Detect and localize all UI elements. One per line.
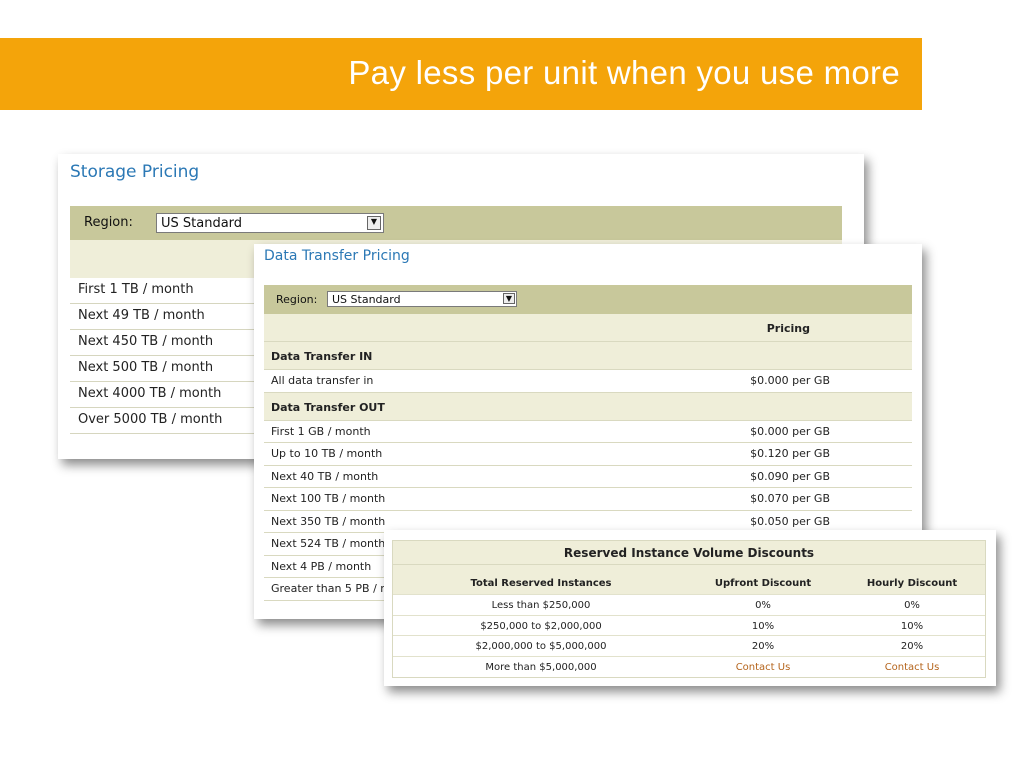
table-cell: $250,000 to $2,000,000 <box>480 620 602 632</box>
chevron-down-icon[interactable]: ▼ <box>503 293 515 304</box>
table-row: $2,000,000 to $5,000,000 20% 20% <box>393 636 985 657</box>
row-price: $0.000 per GB <box>750 374 830 387</box>
section-row-out: Data Transfer OUT <box>264 392 912 421</box>
table-cell: 10% <box>751 620 775 632</box>
table-row: First 1 TB / month <box>70 278 270 304</box>
storage-region-label: Region: <box>84 215 133 230</box>
row-label: All data transfer in <box>271 374 374 387</box>
table-row: Next 49 TB / month <box>70 304 270 330</box>
table-row: Over 5000 TB / month <box>70 408 270 434</box>
storage-region-select[interactable]: US Standard ▼ <box>156 213 384 233</box>
row-price: $0.120 per GB <box>750 447 830 460</box>
row-price: $0.070 per GB <box>750 492 830 505</box>
row-label: Next 100 TB / month <box>271 492 386 505</box>
table-row: $250,000 to $2,000,000 10% 10% <box>393 616 985 636</box>
contact-us-link[interactable]: Contact Us <box>689 662 837 673</box>
table-header-row: Total Reserved Instances Upfront Discoun… <box>393 565 985 595</box>
row-price: $0.000 per GB <box>750 424 830 438</box>
section-label: Data Transfer IN <box>271 350 373 363</box>
row-label: Next 524 TB / month <box>271 537 386 550</box>
slide-title: Pay less per unit when you use more <box>348 54 900 91</box>
table-cell: 20% <box>900 641 924 652</box>
table-row: Up to 10 TB / month $0.120 per GB <box>264 443 912 466</box>
table-row: First 1 GB / month $0.000 per GB <box>264 420 912 443</box>
table-row: All data transfer in $0.000 per GB <box>264 370 912 393</box>
title-banner: Pay less per unit when you use more <box>0 38 922 110</box>
table-cell: 20% <box>751 641 775 652</box>
dtp-region-select[interactable]: US Standard ▼ <box>327 291 517 307</box>
column-header: Hourly Discount <box>866 578 958 589</box>
table-row: Next 100 TB / month $0.070 per GB <box>264 488 912 511</box>
table-row: Next 40 TB / month $0.090 per GB <box>264 465 912 488</box>
reserved-instance-table: Reserved Instance Volume Discounts Total… <box>392 540 986 678</box>
table-cell: 0% <box>904 600 920 611</box>
dtp-region-label: Region: <box>276 293 318 306</box>
row-price: $0.090 per GB <box>750 469 830 483</box>
table-row: Next 500 TB / month <box>70 356 270 382</box>
row-label: Next 4 PB / month <box>271 559 372 573</box>
reserved-instance-title: Reserved Instance Volume Discounts <box>393 541 985 565</box>
section-row-in: Data Transfer IN <box>264 342 912 370</box>
table-cell: Less than $250,000 <box>491 600 591 611</box>
table-row: Less than $250,000 0% 0% <box>393 595 985 616</box>
table-cell: 10% <box>900 620 924 632</box>
row-label: First 1 GB / month <box>271 424 371 438</box>
storage-pricing-title: Storage Pricing <box>70 162 200 182</box>
pricing-column-header: Pricing <box>766 322 810 335</box>
storage-region-bar: Region: US Standard ▼ <box>70 206 842 240</box>
table-cell: $2,000,000 to $5,000,000 <box>475 641 607 652</box>
table-row: More than $5,000,000 Contact Us Contact … <box>393 657 985 678</box>
contact-us-link[interactable]: Contact Us <box>837 662 987 673</box>
chevron-down-icon[interactable]: ▼ <box>367 216 381 230</box>
dtp-region-value: US Standard <box>332 293 401 306</box>
table-row: Next 450 TB / month <box>70 330 270 356</box>
row-price: $0.050 per GB <box>750 514 830 528</box>
table-cell: 0% <box>755 600 771 611</box>
storage-region-value: US Standard <box>161 216 243 231</box>
dtp-region-bar: Region: US Standard ▼ <box>264 285 912 314</box>
reserved-instance-panel: Reserved Instance Volume Discounts Total… <box>384 530 996 686</box>
table-row: Next 4000 TB / month <box>70 382 270 408</box>
row-label: Next 350 TB / month <box>271 514 386 528</box>
table-header-row: Pricing <box>264 314 912 342</box>
row-label: Next 40 TB / month <box>271 469 379 483</box>
column-header: Total Reserved Instances <box>470 578 612 589</box>
data-transfer-pricing-title: Data Transfer Pricing <box>264 248 410 264</box>
section-label: Data Transfer OUT <box>271 400 385 414</box>
table-cell: More than $5,000,000 <box>485 661 597 673</box>
column-header: Upfront Discount <box>714 578 812 589</box>
row-label: Up to 10 TB / month <box>271 447 383 460</box>
